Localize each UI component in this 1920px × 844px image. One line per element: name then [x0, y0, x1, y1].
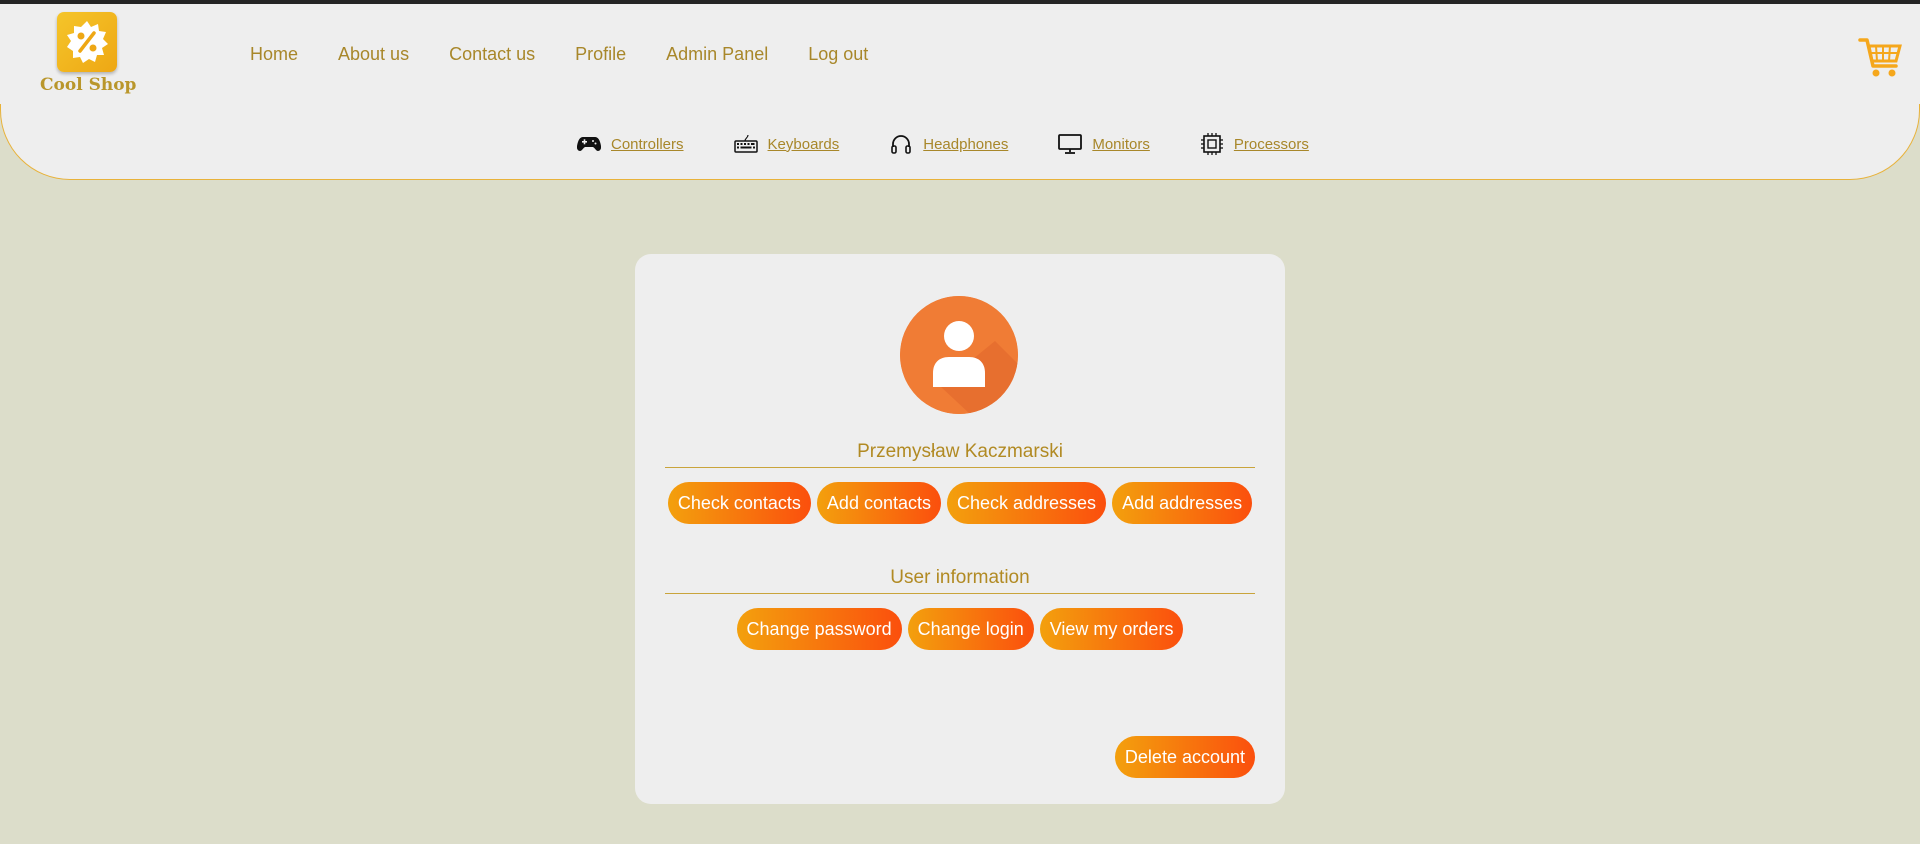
- brand-name: Cool Shop: [40, 75, 137, 95]
- contacts-button-row: Check contacts Add contacts Check addres…: [665, 482, 1255, 524]
- main-nav: Home About us Contact us Profile Admin P…: [250, 44, 908, 74]
- user-name: Przemysław Kaczmarski: [665, 441, 1255, 468]
- category-label: Headphones: [923, 135, 1009, 153]
- site-header: Cool Shop Home About us Contact us Profi…: [0, 4, 1920, 105]
- avatar: [900, 296, 1018, 414]
- nav-home[interactable]: Home: [250, 44, 298, 74]
- monitor-icon: [1058, 132, 1083, 156]
- category-label: Monitors: [1092, 135, 1150, 153]
- check-contacts-button[interactable]: Check contacts: [667, 482, 811, 524]
- view-my-orders-button[interactable]: View my orders: [1039, 608, 1184, 650]
- profile-card: Przemysław Kaczmarski Check contacts Add…: [635, 254, 1285, 804]
- check-addresses-button[interactable]: Check addresses: [946, 482, 1107, 524]
- nav-about-us[interactable]: About us: [338, 44, 409, 74]
- change-login-button[interactable]: Change login: [907, 608, 1034, 650]
- add-addresses-button[interactable]: Add addresses: [1112, 482, 1253, 524]
- user-info-button-row: Change password Change login View my ord…: [665, 608, 1255, 650]
- percent-badge-icon: [57, 12, 117, 72]
- gamepad-icon: [577, 132, 601, 156]
- user-information-title: User information: [665, 567, 1255, 594]
- category-label: Controllers: [611, 135, 684, 153]
- category-label: Keyboards: [767, 135, 840, 153]
- brand-logo[interactable]: Cool Shop: [40, 12, 136, 100]
- keyboard-icon: [733, 132, 758, 156]
- category-controllers[interactable]: Controllers: [577, 132, 684, 156]
- add-contacts-button[interactable]: Add contacts: [816, 482, 941, 524]
- headphones-icon: [889, 132, 913, 156]
- category-monitors[interactable]: Monitors: [1058, 132, 1150, 156]
- shopping-cart-icon[interactable]: [1858, 34, 1902, 80]
- change-password-button[interactable]: Change password: [736, 608, 902, 650]
- nav-profile[interactable]: Profile: [575, 44, 626, 74]
- category-label: Processors: [1233, 135, 1309, 153]
- category-processors[interactable]: Processors: [1200, 132, 1309, 156]
- nav-admin-panel[interactable]: Admin Panel: [666, 44, 768, 74]
- delete-account-button[interactable]: Delete account: [1114, 736, 1255, 778]
- category-bar: Controllers Keyboards Headphones Monitor…: [0, 104, 1920, 180]
- nav-log-out[interactable]: Log out: [808, 44, 868, 74]
- nav-contact-us[interactable]: Contact us: [449, 44, 535, 74]
- category-keyboards[interactable]: Keyboards: [733, 132, 840, 156]
- category-headphones[interactable]: Headphones: [889, 132, 1008, 156]
- cpu-icon: [1200, 132, 1224, 156]
